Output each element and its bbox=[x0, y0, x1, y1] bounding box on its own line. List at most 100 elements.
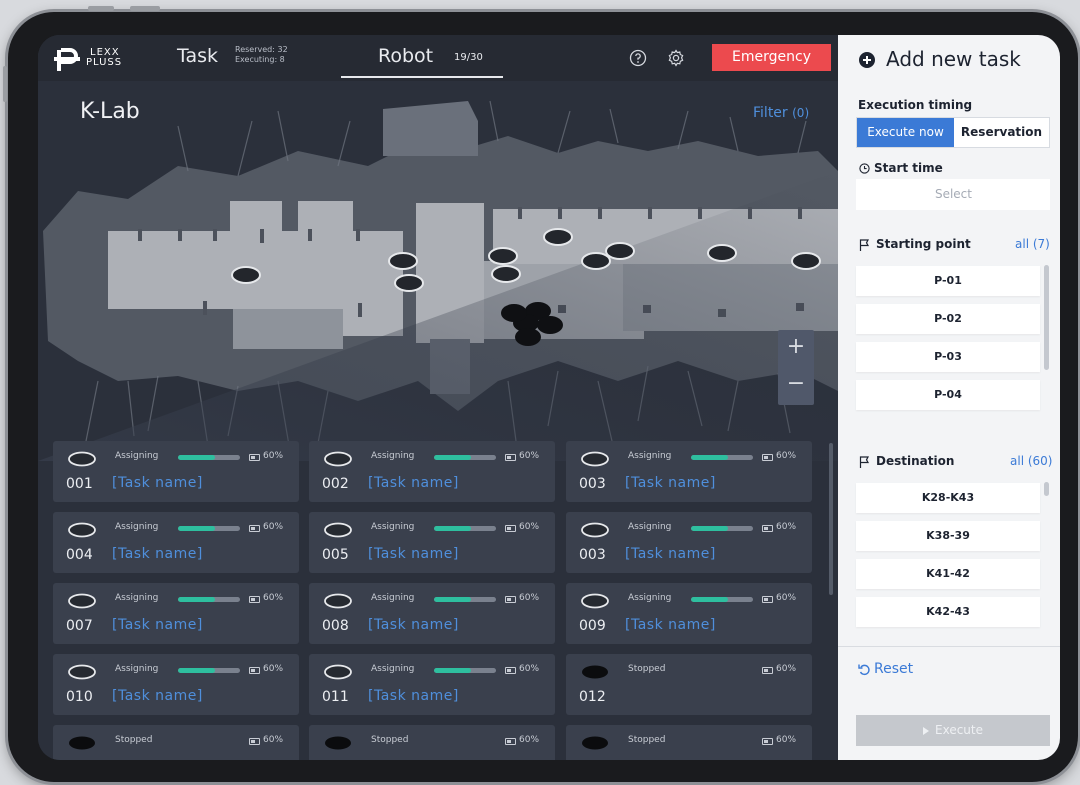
task-name-link[interactable]: [Task name] bbox=[112, 546, 203, 562]
task-counts: Reserved: 32 Executing: 8 bbox=[235, 45, 288, 65]
task-name-link[interactable]: [Task name] bbox=[368, 688, 459, 704]
device-button bbox=[3, 66, 7, 102]
active-tab-indicator bbox=[341, 76, 503, 78]
execute-now-option[interactable]: Execute now bbox=[857, 118, 954, 147]
executing-count: Executing: 8 bbox=[235, 55, 285, 64]
reservation-option[interactable]: Reservation bbox=[954, 118, 1049, 147]
robot-card[interactable]: Assigning 60% 010 [Task name] bbox=[53, 654, 299, 715]
battery-level: 60% bbox=[519, 735, 540, 745]
battery-icon bbox=[505, 738, 516, 745]
help-circle-icon[interactable] bbox=[629, 49, 647, 67]
zoom-out-button[interactable]: − bbox=[778, 367, 814, 404]
battery-level: 60% bbox=[776, 522, 797, 532]
task-name-link[interactable]: [Task name] bbox=[368, 475, 459, 491]
robot-icon bbox=[582, 736, 608, 750]
starting-point-option[interactable]: P-04 bbox=[856, 380, 1040, 410]
robot-card[interactable]: Assigning 60% 005 [Task name] bbox=[309, 512, 555, 573]
task-name-link[interactable]: [Task name] bbox=[625, 546, 716, 562]
reserved-count: Reserved: 32 bbox=[235, 45, 288, 54]
robot-card[interactable]: Assigning 60% 002 [Task name] bbox=[309, 441, 555, 502]
battery-level: 60% bbox=[776, 451, 797, 461]
battery-icon bbox=[762, 738, 773, 745]
robot-card[interactable]: Assigning 60% 001 [Task name] bbox=[53, 441, 299, 502]
task-name-link[interactable]: [Task name] bbox=[112, 688, 203, 704]
floor-map[interactable] bbox=[38, 81, 838, 461]
panel-title: Add new task bbox=[886, 47, 1021, 71]
task-progress-bar bbox=[434, 455, 496, 460]
robot-card[interactable]: Assigning 60% 003 [Task name] bbox=[566, 512, 812, 573]
robot-card[interactable]: Assigning 60% 007 [Task name] bbox=[53, 583, 299, 644]
filter-button[interactable]: Filter (0) bbox=[753, 105, 809, 121]
robot-icon bbox=[324, 593, 352, 609]
robot-card[interactable]: Stopped 60% 012 bbox=[566, 654, 812, 715]
robot-card[interactable]: Stopped 60% bbox=[309, 725, 555, 760]
robot-id: 002 bbox=[322, 476, 349, 492]
robot-card[interactable]: Assigning 60% 011 [Task name] bbox=[309, 654, 555, 715]
robot-icon bbox=[68, 451, 96, 467]
robot-card[interactable]: Assigning 60% 008 [Task name] bbox=[309, 583, 555, 644]
destination-all-link[interactable]: all (60) bbox=[1010, 454, 1052, 468]
gear-icon[interactable] bbox=[667, 49, 685, 67]
destination-option[interactable]: K28-K43 bbox=[856, 483, 1040, 513]
robot-card[interactable]: Stopped 60% bbox=[566, 725, 812, 760]
flag-icon bbox=[859, 456, 870, 468]
battery-level: 60% bbox=[519, 451, 540, 461]
robot-card[interactable]: Stopped 60% bbox=[53, 725, 299, 760]
robot-icon bbox=[582, 665, 608, 679]
robot-id: 005 bbox=[322, 547, 349, 563]
reset-button[interactable]: Reset bbox=[874, 661, 913, 677]
robot-status: Stopped bbox=[115, 735, 153, 745]
robot-card[interactable]: Assigning 60% 009 [Task name] bbox=[566, 583, 812, 644]
starting-point-all-link[interactable]: all (7) bbox=[1015, 237, 1050, 251]
emergency-button[interactable]: Emergency bbox=[712, 44, 831, 71]
flag-icon bbox=[859, 239, 870, 251]
start-time-select[interactable]: Select bbox=[856, 179, 1050, 210]
task-name-link[interactable]: [Task name] bbox=[368, 617, 459, 633]
robot-card[interactable]: Assigning 60% 004 [Task name] bbox=[53, 512, 299, 573]
task-name-link[interactable]: [Task name] bbox=[625, 617, 716, 633]
robot-icon bbox=[68, 522, 96, 538]
battery-icon bbox=[505, 667, 516, 674]
starting-point-option[interactable]: P-03 bbox=[856, 342, 1040, 372]
task-progress-fill bbox=[691, 597, 729, 602]
destination-scrollbar[interactable] bbox=[1044, 482, 1049, 496]
robot-status: Assigning bbox=[115, 664, 159, 674]
robot-id: 011 bbox=[322, 689, 349, 705]
destination-option[interactable]: K42-43 bbox=[856, 597, 1040, 627]
starting-point-scrollbar[interactable] bbox=[1044, 265, 1049, 370]
filter-label: Filter bbox=[753, 105, 788, 121]
battery-level: 60% bbox=[263, 735, 284, 745]
robot-id: 003 bbox=[579, 476, 606, 492]
robot-status: Assigning bbox=[115, 593, 159, 603]
task-name-link[interactable]: [Task name] bbox=[112, 617, 203, 633]
destination-option[interactable]: K41-42 bbox=[856, 559, 1040, 589]
robot-status: Stopped bbox=[628, 664, 666, 674]
site-title: K-Lab bbox=[80, 99, 140, 124]
brand-logo[interactable]: LEXX PLUSS bbox=[54, 45, 144, 73]
robot-status: Assigning bbox=[628, 593, 672, 603]
task-name-link[interactable]: [Task name] bbox=[625, 475, 716, 491]
task-progress-fill bbox=[434, 455, 472, 460]
robot-status: Assigning bbox=[115, 451, 159, 461]
battery-icon bbox=[249, 525, 260, 532]
nav-tab-robot[interactable]: Robot bbox=[378, 45, 433, 67]
task-name-link[interactable]: [Task name] bbox=[368, 546, 459, 562]
task-progress-bar bbox=[434, 668, 496, 673]
robot-icon bbox=[69, 736, 95, 750]
task-name-link[interactable]: [Task name] bbox=[112, 475, 203, 491]
reset-icon[interactable] bbox=[858, 663, 871, 676]
starting-point-option[interactable]: P-02 bbox=[856, 304, 1040, 334]
nav-tab-task[interactable]: Task bbox=[177, 45, 218, 67]
battery-level: 60% bbox=[519, 593, 540, 603]
battery-level: 60% bbox=[263, 522, 284, 532]
task-progress-bar bbox=[178, 668, 240, 673]
robot-status: Assigning bbox=[115, 522, 159, 532]
robot-card[interactable]: Assigning 60% 003 [Task name] bbox=[566, 441, 812, 502]
destination-option[interactable]: K38-39 bbox=[856, 521, 1040, 551]
zoom-in-button[interactable]: + bbox=[778, 330, 814, 367]
starting-point-option[interactable]: P-01 bbox=[856, 266, 1040, 296]
execute-button[interactable]: Execute bbox=[856, 715, 1050, 746]
robot-list-scrollbar[interactable] bbox=[829, 443, 833, 595]
battery-icon bbox=[762, 596, 773, 603]
logo-text-line-2: PLUSS bbox=[86, 57, 123, 68]
